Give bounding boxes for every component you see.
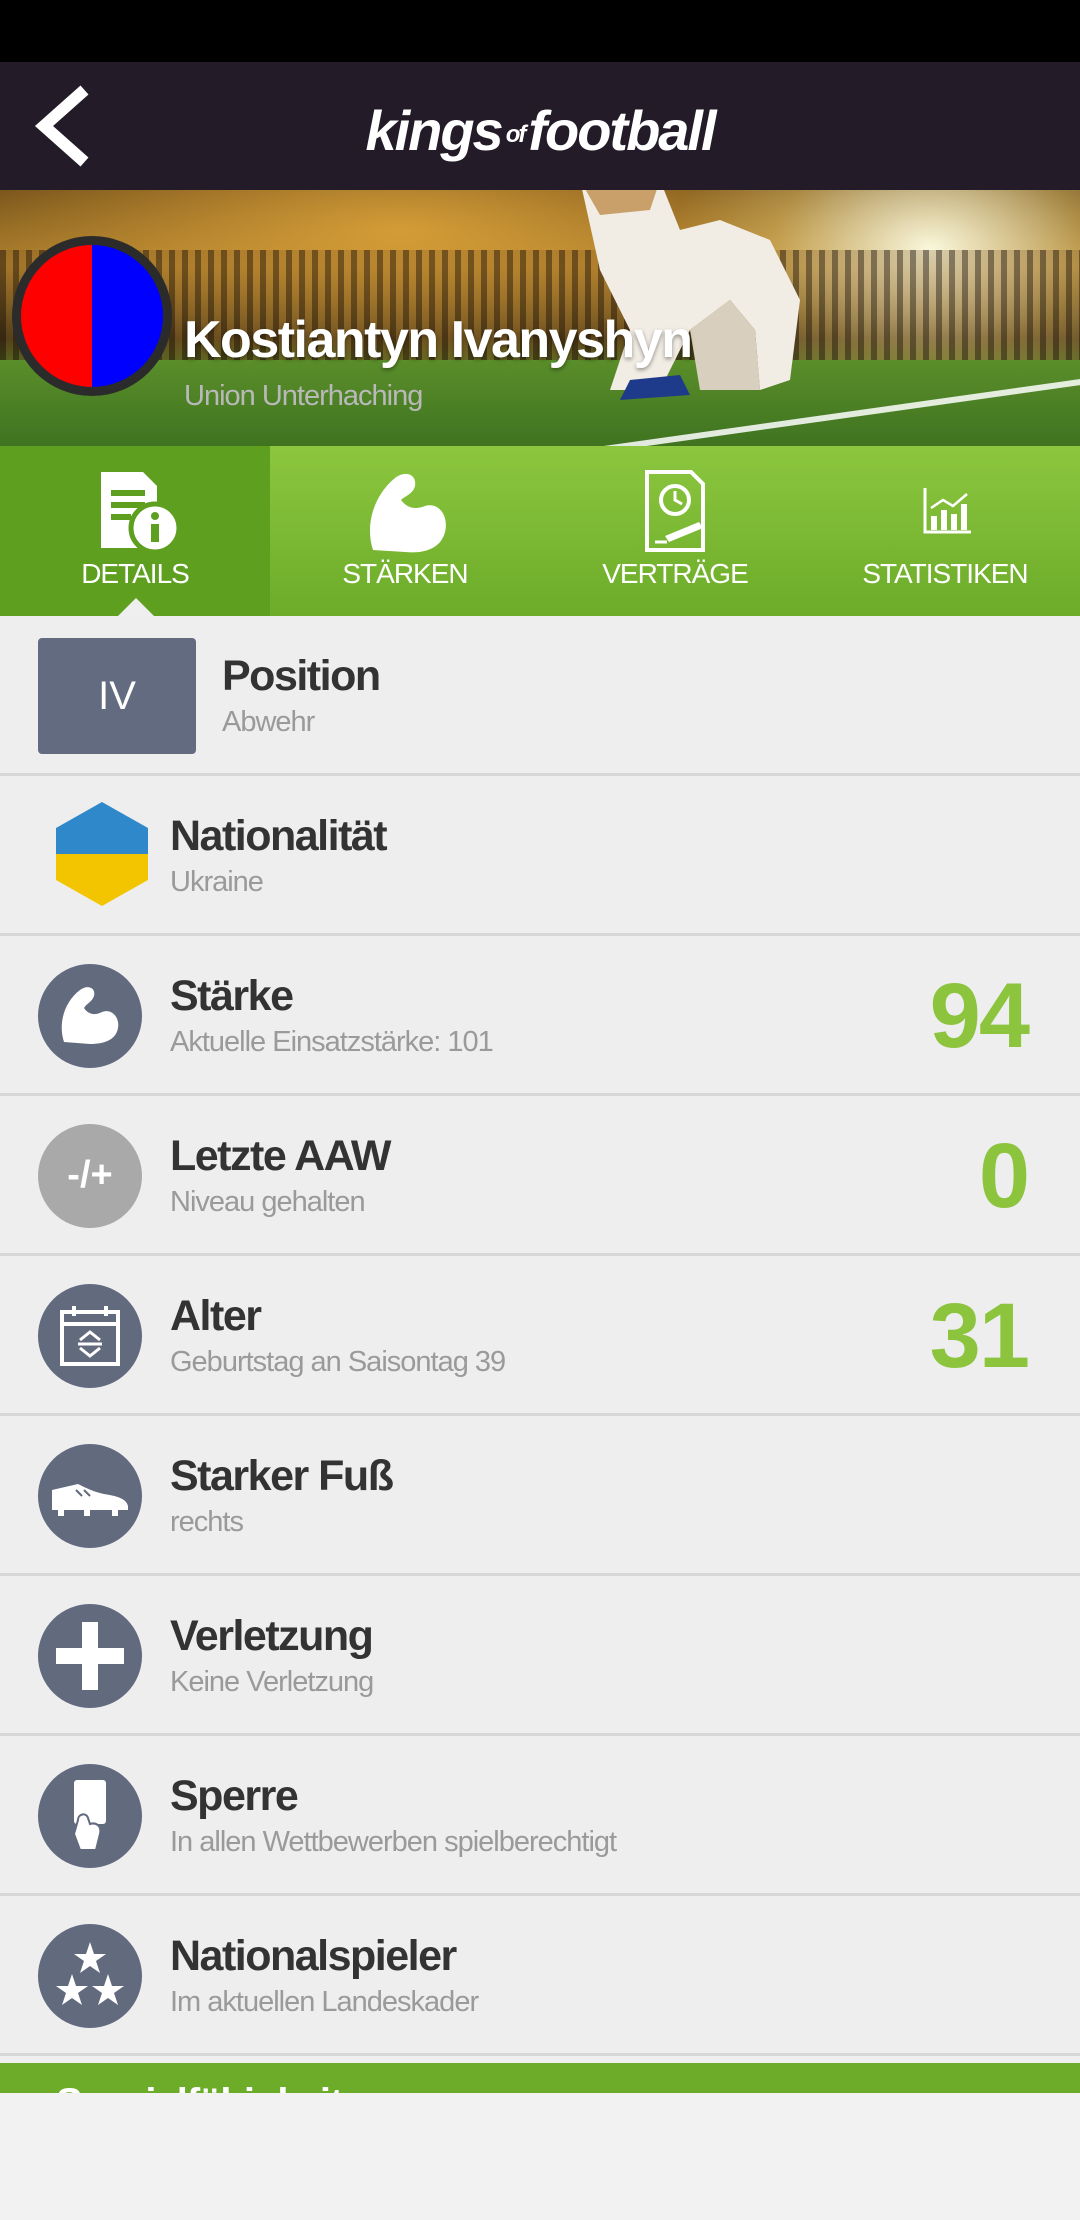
row-subtitle: Niveau gehalten bbox=[170, 1186, 366, 1218]
tab-label: DETAILS bbox=[81, 558, 190, 589]
player-name: Kostiantyn Ivanyshyn bbox=[184, 311, 693, 369]
row-subtitle: Ukraine bbox=[170, 866, 264, 898]
player-club[interactable]: Union Unterhaching bbox=[184, 380, 423, 413]
row-title: Verletzung bbox=[170, 1612, 374, 1660]
football-boot-icon bbox=[38, 1444, 142, 1548]
list-item-position[interactable]: IV Position Abwehr bbox=[0, 616, 1080, 776]
row-subtitle: Geburtstag an Saisontag 39 bbox=[170, 1346, 506, 1378]
three-stars-icon bbox=[56, 1942, 124, 2005]
medical-cross-icon bbox=[56, 1622, 124, 1690]
tab-staerken[interactable]: STÄRKEN bbox=[270, 446, 540, 616]
row-title: Sperre bbox=[170, 1772, 299, 1820]
row-subtitle: Keine Verletzung bbox=[170, 1666, 374, 1698]
biceps-icon bbox=[61, 987, 119, 1044]
plus-minus-icon: -/+ bbox=[38, 1124, 142, 1228]
row-subtitle: Aktuelle Einsatzstärke: 101 bbox=[170, 1026, 494, 1058]
list-item-nationality[interactable]: Nationalität Ukraine bbox=[0, 776, 1080, 936]
icon-text: -/+ bbox=[67, 1154, 113, 1196]
row-title: Starker Fuß bbox=[170, 1452, 394, 1500]
medical-cross-icon bbox=[38, 1604, 142, 1708]
list-item-ban[interactable]: Sperre In allen Wettbewerben spielberech… bbox=[0, 1736, 1080, 1896]
active-tab-indicator bbox=[118, 598, 154, 616]
biceps-icon bbox=[369, 473, 446, 553]
tab-label: STÄRKEN bbox=[342, 558, 468, 589]
strength-icon bbox=[38, 964, 142, 1068]
app-bar: kings offootball bbox=[0, 62, 1080, 190]
status-bar bbox=[0, 0, 1080, 62]
ukraine-flag-icon bbox=[56, 802, 148, 906]
calendar-icon bbox=[38, 1284, 142, 1388]
row-subtitle: Abwehr bbox=[222, 706, 315, 738]
tab-statistiken[interactable]: STATISTIKEN bbox=[810, 446, 1080, 616]
strength-value: 94 bbox=[929, 965, 1030, 1067]
row-title: Alter bbox=[170, 1292, 262, 1340]
section-title: Spezialfähigkeiten bbox=[56, 2081, 388, 2093]
details-list: IV Position Abwehr Nationalität Ukraine … bbox=[0, 616, 1080, 2056]
row-title: Stärke bbox=[170, 972, 294, 1020]
card-hand-icon bbox=[38, 1764, 142, 1868]
bar-chart-icon bbox=[923, 488, 971, 534]
list-item-strong-foot[interactable]: Starker Fuß rechts bbox=[0, 1416, 1080, 1576]
tab-details[interactable]: DETAILS bbox=[0, 446, 270, 616]
row-title: Nationalität bbox=[170, 812, 388, 860]
list-item-national-player[interactable]: Nationalspieler Im aktuellen Landeskader bbox=[0, 1896, 1080, 2056]
list-item-age[interactable]: Alter Geburtstag an Saisontag 39 31 bbox=[0, 1256, 1080, 1416]
list-item-last-aaw[interactable]: -/+ Letzte AAW Niveau gehalten 0 bbox=[0, 1096, 1080, 1256]
tab-bar: DETAILS STÄRKEN VERTRÄGE STATISTIKEN bbox=[0, 446, 1080, 616]
row-subtitle: rechts bbox=[170, 1506, 244, 1538]
section-header-special-abilities[interactable]: Spezialfähigkeiten bbox=[0, 2063, 1080, 2093]
tab-label: STATISTIKEN bbox=[862, 558, 1028, 589]
app-logo: kings offootball bbox=[365, 99, 716, 162]
position-badge: IV bbox=[38, 638, 196, 754]
row-title: Letzte AAW bbox=[170, 1132, 391, 1180]
row-subtitle: In allen Wettbewerben spielberechtigt bbox=[170, 1826, 617, 1858]
referee-card-icon bbox=[72, 1780, 106, 1851]
tab-vertraege[interactable]: VERTRÄGE bbox=[540, 446, 810, 616]
list-item-injury[interactable]: Verletzung Keine Verletzung bbox=[0, 1576, 1080, 1736]
row-title: Nationalspieler bbox=[170, 1932, 457, 1980]
football-boot-icon bbox=[52, 1484, 128, 1516]
bottom-area bbox=[0, 2093, 1080, 2220]
club-logo bbox=[12, 236, 172, 396]
kneeling-player-image bbox=[582, 190, 800, 400]
list-item-strength[interactable]: Stärke Aktuelle Einsatzstärke: 101 94 bbox=[0, 936, 1080, 1096]
contract-clock-icon bbox=[645, 470, 705, 552]
document-info-icon bbox=[101, 472, 182, 555]
age-value: 31 bbox=[929, 1285, 1030, 1387]
row-subtitle: Im aktuellen Landeskader bbox=[170, 1986, 479, 2018]
last-aaw-value: 0 bbox=[978, 1125, 1030, 1227]
three-stars-icon bbox=[38, 1924, 142, 2028]
tab-label: VERTRÄGE bbox=[602, 558, 749, 589]
row-title: Position bbox=[222, 652, 381, 700]
calendar-icon bbox=[60, 1306, 120, 1366]
